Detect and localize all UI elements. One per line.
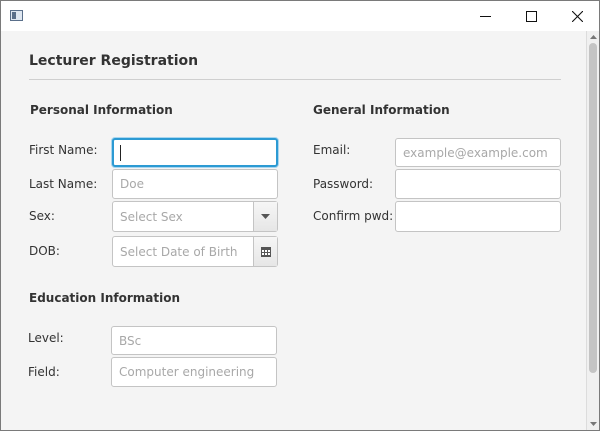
sex-dropdown-button[interactable] (253, 202, 277, 231)
field-of-study-input[interactable] (112, 358, 276, 386)
app-window-icon (10, 10, 23, 21)
general-info-heading: General Information (313, 103, 450, 117)
level-input[interactable] (112, 327, 276, 354)
page-title: Lecturer Registration (29, 53, 199, 69)
first-name-input[interactable] (114, 140, 276, 165)
password-input[interactable] (396, 170, 560, 198)
scrollbar-thumb[interactable] (589, 43, 597, 373)
email-input[interactable] (396, 139, 560, 166)
minimize-button[interactable] (462, 1, 508, 31)
title-bar[interactable] (1, 1, 599, 31)
last-name-input[interactable] (113, 170, 277, 198)
close-icon (571, 10, 583, 22)
personal-info-heading: Personal Information (30, 103, 173, 117)
level-label: Level: (28, 331, 64, 345)
email-label: Email: (313, 143, 351, 157)
scroll-down-button[interactable] (589, 419, 598, 428)
sex-select[interactable] (112, 201, 278, 232)
title-divider (29, 79, 561, 80)
confirm-password-label: Confirm pwd: (313, 209, 394, 223)
dob-label: DOB: (29, 244, 60, 258)
level-field[interactable] (111, 326, 277, 355)
first-name-field[interactable] (112, 138, 278, 167)
form-content: Lecturer Registration Personal Informati… (1, 31, 599, 430)
close-button[interactable] (554, 1, 600, 31)
scroll-up-button[interactable] (589, 32, 598, 41)
minimize-icon (479, 15, 491, 17)
dob-date-picker[interactable] (112, 236, 278, 267)
confirm-password-input[interactable] (396, 202, 560, 231)
confirm-password-field[interactable] (395, 201, 561, 232)
chevron-up-icon (590, 34, 597, 39)
first-name-label: First Name: (29, 143, 98, 157)
password-label: Password: (313, 177, 374, 191)
field-label: Field: (28, 365, 60, 379)
email-field[interactable] (395, 138, 561, 167)
text-caret (120, 145, 121, 161)
chevron-down-icon (590, 421, 597, 426)
chevron-down-icon (261, 214, 270, 219)
password-field[interactable] (395, 169, 561, 199)
last-name-label: Last Name: (29, 177, 98, 191)
maximize-icon (525, 10, 537, 22)
sex-label: Sex: (29, 209, 55, 223)
calendar-icon (260, 246, 271, 257)
last-name-field[interactable] (112, 169, 278, 199)
app-window: Lecturer Registration Personal Informati… (0, 0, 600, 431)
maximize-button[interactable] (508, 1, 554, 31)
vertical-scrollbar[interactable] (586, 31, 599, 430)
calendar-button[interactable] (253, 237, 277, 266)
field-of-study-field[interactable] (111, 357, 277, 387)
education-info-heading: Education Information (29, 291, 180, 305)
